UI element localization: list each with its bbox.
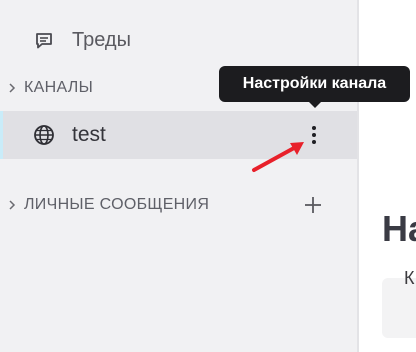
add-dm-icon[interactable]: [303, 195, 323, 215]
tooltip-text: Настройки канала: [242, 75, 387, 92]
channels-section-label: КАНАЛЫ: [24, 79, 94, 96]
globe-icon: [34, 125, 54, 145]
annotation-arrow-icon: [252, 142, 304, 172]
sidebar-item-threads[interactable]: Треды: [0, 22, 357, 58]
sidebar: Треды КАНАЛЫ test ЛИЧНЫЕ СООБЩЕНИЯ: [0, 0, 357, 352]
tooltip-arrow: [308, 101, 322, 108]
main-content: На К: [359, 0, 416, 352]
channel-name: test: [72, 123, 106, 146]
sidebar-item-threads-label: Треды: [72, 29, 131, 51]
threads-icon: [36, 33, 52, 49]
chevron-right-icon: [9, 200, 16, 210]
kebab-dot: [312, 140, 316, 144]
tooltip: Настройки канала: [219, 66, 410, 102]
dm-section-label: ЛИЧНЫЕ СООБЩЕНИЯ: [24, 196, 210, 213]
kebab-dot: [312, 133, 316, 137]
chevron-right-icon: [9, 83, 16, 93]
kebab-dot: [312, 126, 316, 130]
active-indicator: [0, 111, 3, 159]
page-title: На: [382, 208, 416, 249]
content-card-text: К: [404, 268, 415, 288]
